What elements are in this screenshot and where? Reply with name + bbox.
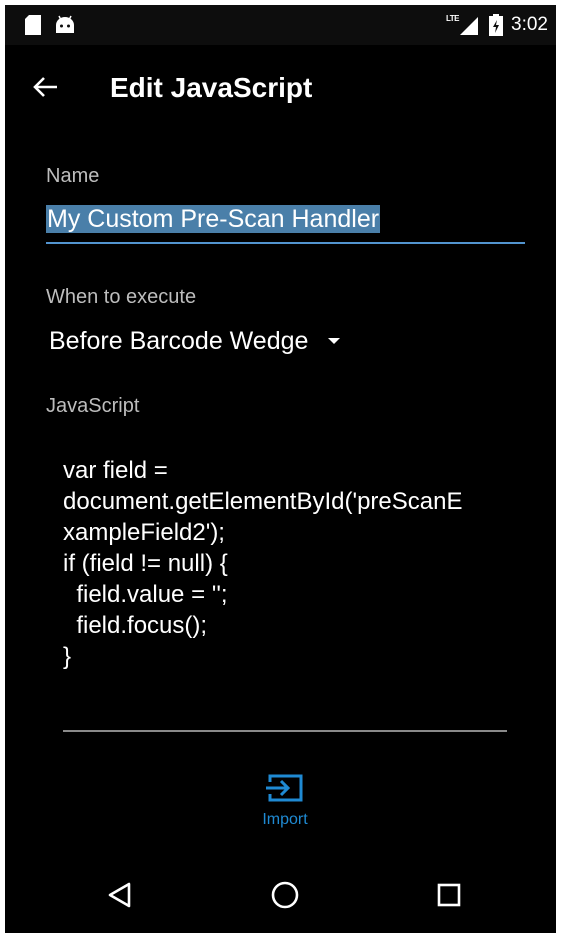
- nav-back-button[interactable]: [100, 875, 140, 915]
- android-icon: [56, 15, 74, 33]
- when-to-execute-value: Before Barcode Wedge: [49, 326, 309, 355]
- clock-time: 3:02: [511, 14, 548, 35]
- home-circle-icon: [271, 881, 299, 909]
- back-triangle-icon: [108, 882, 131, 908]
- import-icon: [266, 774, 303, 802]
- app-bar: Edit JavaScript: [5, 45, 556, 129]
- recents-square-icon: [437, 883, 461, 907]
- page-title: Edit JavaScript: [110, 72, 313, 103]
- import-button[interactable]: Import: [245, 773, 325, 843]
- back-button[interactable]: [27, 69, 63, 105]
- javascript-label: JavaScript: [46, 395, 140, 417]
- code-line: }: [63, 643, 72, 670]
- code-line: var field =: [63, 457, 168, 484]
- code-line: document.getElementById('preScanE: [63, 488, 463, 515]
- when-to-execute-dropdown[interactable]: Before Barcode Wedge: [49, 323, 341, 359]
- when-to-execute-label: When to execute: [46, 286, 197, 308]
- code-line: if (field != null) {: [63, 550, 228, 577]
- code-line: xampleField2');: [63, 519, 225, 546]
- code-line: field.focus();: [63, 612, 208, 639]
- code-line: field.value = '';: [63, 581, 228, 608]
- navigation-bar: [5, 857, 556, 933]
- import-label: Import: [262, 811, 308, 828]
- lte-signal-icon: [460, 17, 478, 35]
- network-type-label: LTE: [445, 14, 460, 23]
- battery-icon: [489, 14, 503, 36]
- name-input-value: My Custom Pre-Scan Handler: [46, 205, 381, 233]
- sd-card-icon: [25, 15, 41, 35]
- javascript-editor[interactable]: var field = document.getElementById('pre…: [63, 455, 507, 732]
- dropdown-arrow-icon: [328, 338, 341, 344]
- phone-screen: LTE 3:02 Edit JavaScript Name My Custom …: [5, 5, 556, 933]
- status-bar: LTE 3:02: [5, 5, 556, 45]
- name-label: Name: [46, 165, 100, 187]
- name-input[interactable]: My Custom Pre-Scan Handler: [46, 202, 525, 244]
- arrow-back-icon: [33, 77, 57, 97]
- nav-home-button[interactable]: [265, 875, 305, 915]
- nav-recents-button[interactable]: [429, 875, 469, 915]
